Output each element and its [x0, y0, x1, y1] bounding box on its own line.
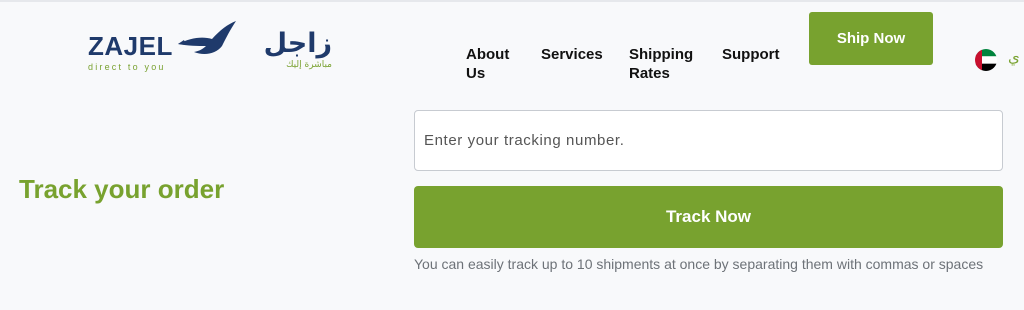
logo-wordmark: ZAJEL [88, 31, 173, 61]
zajel-logo[interactable]: ZAJEL direct to you زاجل مباشرة إليك [86, 20, 336, 76]
top-border [0, 0, 1024, 2]
track-now-button[interactable]: Track Now [414, 186, 1003, 248]
language-switch-link[interactable]: ي [1008, 48, 1020, 66]
nav-support[interactable]: Support [722, 45, 780, 64]
nav-services[interactable]: Services [541, 45, 603, 64]
logo-arabic-wordmark: زاجل [263, 28, 332, 59]
logo-tagline: direct to you [88, 62, 166, 72]
uae-flag-icon[interactable] [975, 49, 997, 71]
tracking-number-input[interactable] [414, 110, 1003, 171]
ship-now-button[interactable]: Ship Now [809, 12, 933, 65]
nav-about-us[interactable]: About Us [466, 45, 526, 83]
bird-icon [176, 20, 240, 65]
page-title: Track your order [19, 174, 225, 204]
nav-shipping-rates[interactable]: Shipping Rates [629, 45, 699, 83]
tracking-hint: You can easily track up to 10 shipments … [414, 256, 984, 272]
logo-arabic-tagline: مباشرة إليك [286, 60, 332, 70]
